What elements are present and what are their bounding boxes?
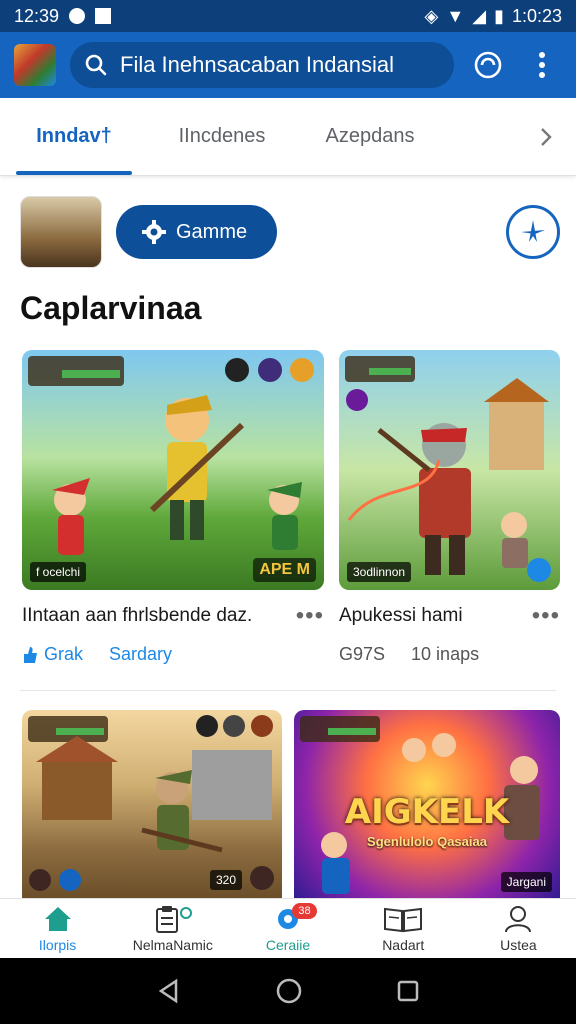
card-title: IIntaan aan fhrlsbende daz.	[22, 605, 253, 626]
battery-icon: ▮	[494, 5, 504, 26]
home-circle-icon[interactable]	[275, 977, 303, 1005]
tab-0[interactable]: Inndav†	[0, 98, 148, 175]
person-icon	[505, 905, 532, 932]
status-time: 12:39	[14, 5, 60, 26]
card-meta-reviews: 10 inaps	[411, 644, 480, 664]
nav-label: Ceraiie	[265, 936, 311, 953]
home-icon	[44, 906, 71, 931]
game-card[interactable]: 320	[22, 710, 282, 898]
game-card[interactable]: f ocelchi APE M IIntaan aan fhrlsbende d…	[22, 350, 324, 665]
app-logo[interactable]	[14, 44, 56, 86]
game-thumbnail[interactable]: f ocelchi APE M	[22, 350, 324, 590]
nav-label: Nadart	[382, 936, 425, 953]
notification-badge: 38	[292, 903, 317, 919]
recents-icon[interactable]	[396, 979, 420, 1003]
game-thumbnail[interactable]: 320	[22, 710, 282, 898]
status-time-right: 1:0:23	[511, 5, 562, 26]
nav-label: Ustea	[500, 936, 537, 953]
card-meta-count: G97S	[339, 644, 386, 664]
tab-label: Azepdans	[325, 125, 415, 147]
tabs-scroll-button[interactable]	[516, 98, 576, 175]
card-badge: 320	[209, 870, 242, 890]
section-title: Caplarvinaa	[20, 290, 202, 326]
nav-item-profile[interactable]: Ustea	[461, 899, 576, 958]
card-meta-text: Grak	[44, 644, 84, 664]
nav-item-settings[interactable]: Ceraiie 38	[230, 899, 345, 958]
tab-bar: Inndav† IIncdenes Azepdans	[0, 98, 576, 176]
refresh-icon	[474, 51, 502, 79]
system-navigation-bar	[0, 958, 576, 1024]
vibrate-icon: ◈	[424, 5, 439, 26]
game-card[interactable]: AIGKELK Sgenlulolo Qasaiaa Jargani	[294, 710, 560, 898]
card-title: Apukessi hami	[339, 605, 463, 626]
divider	[20, 690, 556, 691]
wifi-icon: ▼	[446, 5, 465, 26]
game-button[interactable]: Gamme	[116, 205, 278, 259]
nav-item-library[interactable]: Nadart	[346, 899, 461, 958]
bottom-navigation: Ilorpis NelmaNamic Ceraiie 38 Nadart Ust…	[0, 898, 576, 958]
nav-label: Ilorpis	[38, 936, 77, 953]
card-badge: 3odlinnon	[347, 562, 412, 582]
navigation-star-icon	[521, 220, 545, 242]
more-options-button[interactable]	[522, 45, 562, 85]
game-art-subtitle: Sgenlulolo Qasaiaa	[367, 834, 487, 849]
book-icon	[384, 907, 423, 932]
nav-label: NelmaNamic	[132, 936, 213, 953]
game-thumbnail[interactable]: 3odlinnon	[339, 350, 560, 590]
game-art-title: AIGKELK	[344, 792, 510, 832]
game-art	[345, 356, 551, 582]
tab-2[interactable]: Azepdans	[296, 98, 444, 175]
nav-item-home[interactable]: Ilorpis	[0, 899, 115, 958]
profile-row: Gamme	[20, 195, 560, 269]
game-thumbnail[interactable]: AIGKELK Sgenlulolo Qasaiaa Jargani	[294, 710, 560, 898]
thumb-up-icon	[24, 646, 37, 663]
search-text: Fila Inehnsacaban Indansial	[120, 52, 394, 77]
card-badge: Jargani	[500, 872, 552, 892]
card-badge: f ocelchi	[30, 562, 87, 582]
nav-item-clipboard[interactable]: NelmaNamic	[115, 899, 230, 958]
tab-1[interactable]: IIncdenes	[148, 98, 296, 175]
more-vert-icon	[539, 52, 545, 78]
signal-icon: ◢	[472, 5, 487, 26]
tab-label: IIncdenes	[178, 125, 266, 147]
tab-label: Inndav†	[36, 125, 112, 147]
clipboard-icon	[155, 905, 192, 933]
game-card[interactable]: 3odlinnon Apukessi hami ••• G97S 10 inap…	[339, 350, 560, 665]
chevron-right-icon	[541, 127, 552, 146]
gear-icon	[142, 220, 166, 244]
card-meta-category[interactable]: Sardary	[109, 644, 172, 665]
search-input[interactable]: Fila Inehnsacaban Indansial	[70, 42, 454, 88]
status-bar: 12:39 ◈ ▼ ◢ ▮ 1:0:23	[0, 0, 576, 32]
card-tag: APE M	[253, 558, 316, 582]
card-meta-likes[interactable]: Grak	[22, 644, 83, 665]
back-icon[interactable]	[156, 978, 182, 1004]
more-horiz-icon[interactable]: •••	[532, 602, 560, 630]
game-button-label: Gamme	[176, 220, 248, 243]
favorite-button[interactable]	[506, 205, 560, 259]
record-icon	[69, 8, 86, 24]
avatar[interactable]	[20, 196, 102, 268]
game-art	[28, 715, 274, 891]
refresh-button[interactable]	[468, 45, 508, 85]
app-bar: Fila Inehnsacaban Indansial	[0, 32, 576, 98]
search-icon	[85, 54, 107, 76]
notification-icon	[95, 8, 112, 24]
more-horiz-icon[interactable]: •••	[296, 602, 324, 630]
game-art	[28, 356, 314, 555]
